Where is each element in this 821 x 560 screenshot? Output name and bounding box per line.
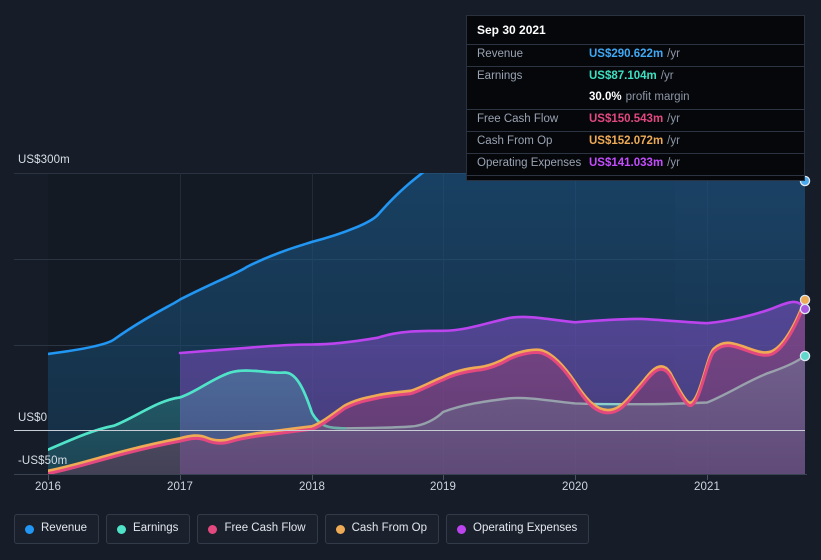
- tooltip-label-operating-expenses: Operating Expenses: [477, 157, 582, 169]
- tooltip-label-revenue: Revenue: [477, 48, 524, 60]
- tooltip-row-free-cash-flow: Free Cash Flow US$150.543m /yr: [467, 109, 804, 131]
- tooltip-unit-operating-expenses: /yr: [667, 157, 680, 169]
- tooltip-label-cash-from-op: Cash From Op: [477, 135, 553, 147]
- legend-label-cash-from-op: Cash From Op: [351, 522, 428, 535]
- tooltip-row-cash-from-op: Cash From Op US$152.072m /yr: [467, 131, 804, 153]
- legend-item-operating-expenses[interactable]: Operating Expenses: [446, 514, 590, 544]
- legend-item-earnings[interactable]: Earnings: [106, 514, 191, 544]
- tooltip-unit-earnings: /yr: [660, 70, 674, 82]
- tooltip-value-operating-expenses: US$141.033m: [589, 157, 664, 169]
- tooltip-value-revenue: US$290.622m: [589, 48, 664, 60]
- endpoint-operating-expenses: [799, 303, 811, 315]
- endpoint-earnings: [799, 350, 811, 362]
- legend-dot-operating-expenses-icon: [457, 524, 467, 534]
- legend-dot-revenue-icon: [25, 524, 34, 534]
- tooltip-label-profit-margin: profit margin: [625, 91, 690, 103]
- tooltip-row-operating-expenses: Operating Expenses US$141.033m /yr: [467, 153, 804, 176]
- tooltip-label-earnings: Earnings: [477, 70, 523, 82]
- tooltip-value-cash-from-op: US$152.072m: [589, 135, 664, 147]
- tooltip-unit-free-cash-flow: /yr: [667, 113, 680, 125]
- financial-performance-chart: US$300m US$0 -US$50m 2016 2017 2018 2019…: [0, 0, 821, 560]
- legend-item-cash-from-op[interactable]: Cash From Op: [324, 514, 440, 544]
- chart-legend: Revenue Earnings Free Cash Flow Cash Fro…: [14, 514, 590, 544]
- legend-label-earnings: Earnings: [133, 522, 179, 535]
- legend-dot-free-cash-flow-icon: [208, 524, 218, 534]
- tooltip-label-free-cash-flow: Free Cash Flow: [477, 113, 559, 125]
- tooltip-value-free-cash-flow: US$150.543m: [589, 113, 664, 125]
- legend-dot-earnings-icon: [117, 524, 127, 534]
- tooltip-row-revenue: Revenue US$290.622m /yr: [467, 44, 804, 66]
- x-axis-ticks: [48, 475, 708, 480]
- tooltip-date: Sep 30 2021: [477, 23, 546, 37]
- tooltip-unit-revenue: /yr: [667, 48, 680, 60]
- tooltip-value-profit-margin: 30.0%: [589, 91, 622, 103]
- legend-label-operating-expenses: Operating Expenses: [473, 522, 578, 535]
- tooltip-row-earnings: Earnings US$87.104m /yr: [467, 66, 804, 88]
- legend-label-free-cash-flow: Free Cash Flow: [224, 522, 306, 535]
- endpoint-cash-from-op: [799, 294, 811, 306]
- tooltip-value-earnings: US$87.104m: [589, 70, 657, 82]
- legend-item-free-cash-flow[interactable]: Free Cash Flow: [197, 514, 318, 544]
- tooltip-unit-cash-from-op: /yr: [667, 135, 680, 147]
- tooltip-row-profit-margin: 30.0% profit margin: [467, 88, 804, 109]
- chart-tooltip: Sep 30 2021 Revenue US$290.622m /yr Earn…: [466, 15, 805, 181]
- legend-dot-cash-from-op-icon: [335, 524, 345, 534]
- legend-label-revenue: Revenue: [41, 522, 88, 535]
- legend-item-revenue[interactable]: Revenue: [14, 514, 100, 544]
